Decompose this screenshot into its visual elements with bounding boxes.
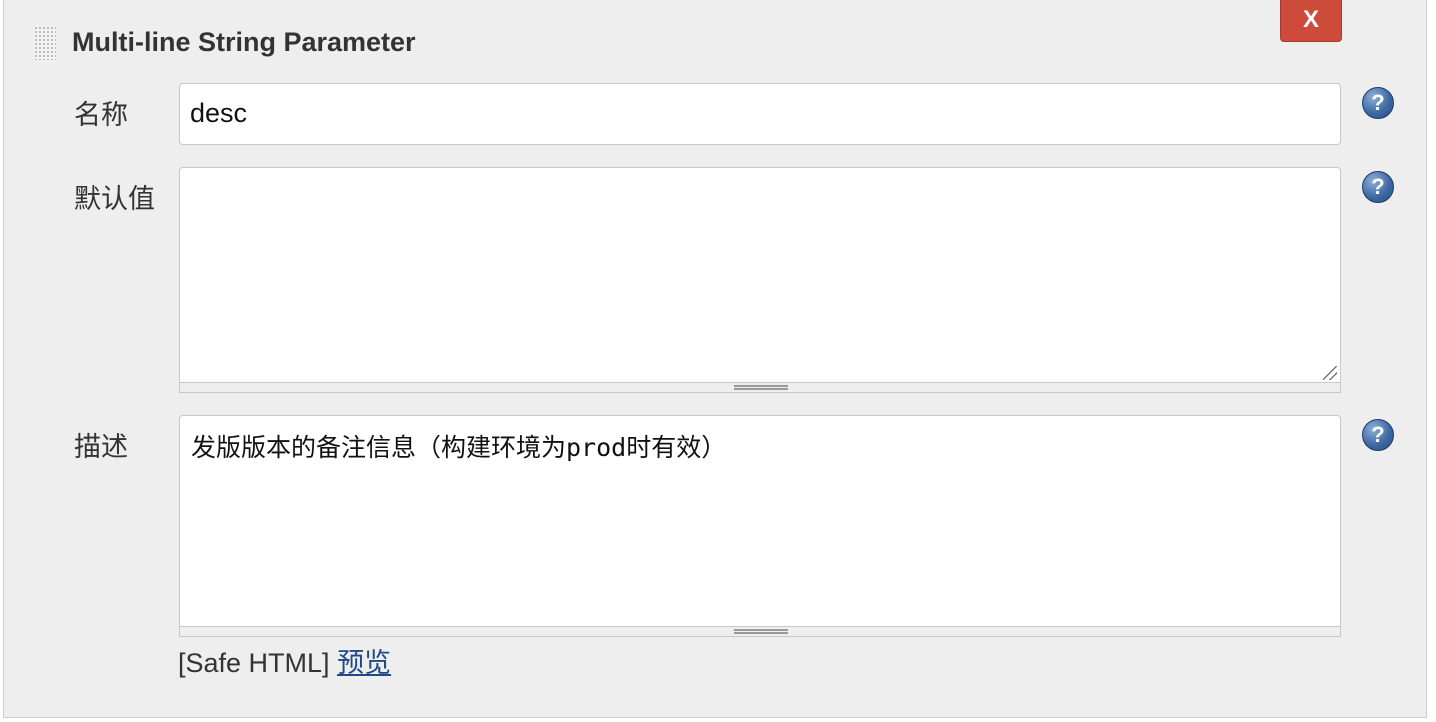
description-label: 描述 [74, 432, 128, 463]
question-mark-icon: ? [1371, 90, 1385, 115]
default-value-resize-grip[interactable] [179, 383, 1341, 393]
help-icon-description[interactable]: ? [1362, 419, 1394, 451]
default-value-label: 默认值 [74, 184, 155, 215]
question-mark-icon: ? [1371, 422, 1385, 447]
safe-html-label: [Safe HTML] [178, 648, 330, 678]
question-mark-icon: ? [1371, 174, 1385, 199]
help-icon-default-value[interactable]: ? [1362, 171, 1394, 203]
grip-bars-icon [734, 385, 788, 390]
description-resize-grip[interactable] [179, 627, 1341, 637]
drag-handle-icon[interactable] [34, 26, 56, 60]
default-value-textarea[interactable] [179, 167, 1341, 383]
description-textarea[interactable]: 发版版本的备注信息（构建环境为prod时有效） [179, 415, 1341, 627]
grip-bars-icon [734, 629, 788, 634]
help-icon-name[interactable]: ? [1362, 87, 1394, 119]
parameter-title: Multi-line String Parameter [72, 27, 416, 57]
preview-link[interactable]: 预览 [337, 648, 391, 679]
name-label: 名称 [74, 100, 128, 131]
safe-html-note: [Safe HTML] 预览 [178, 641, 391, 680]
name-input[interactable]: desc [179, 83, 1341, 145]
delete-parameter-button[interactable]: X [1280, 0, 1342, 42]
resize-corner-icon[interactable] [1323, 366, 1337, 380]
close-icon: X [1302, 6, 1319, 33]
